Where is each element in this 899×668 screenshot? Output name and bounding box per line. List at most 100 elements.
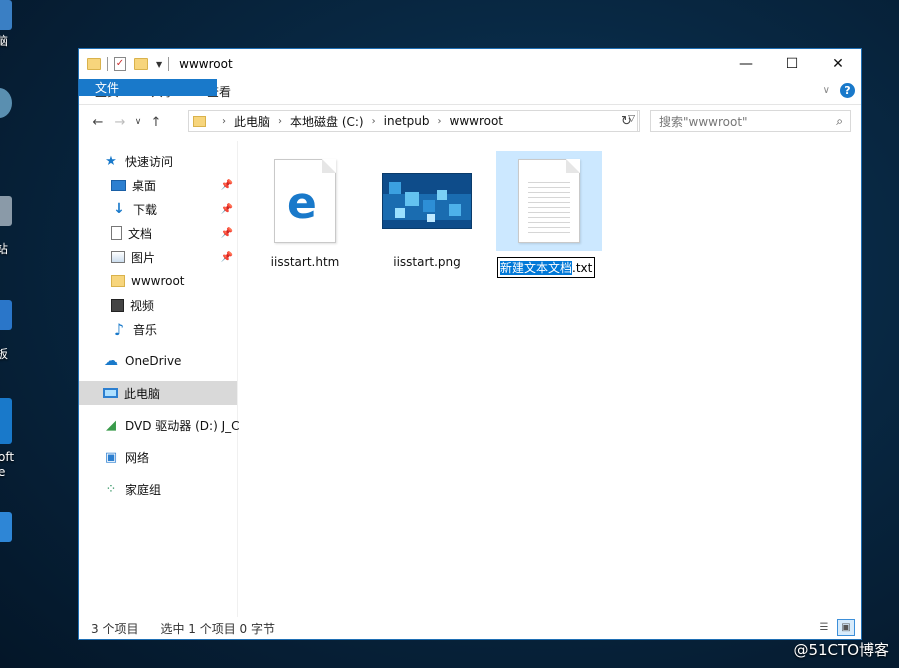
sidebar-item-homegroup[interactable]: ⁘ 家庭组 [79,477,237,501]
text-file-icon [518,159,580,243]
search-icon[interactable]: ⌕ [836,114,843,129]
desktop-icon-partial[interactable] [0,88,12,118]
file-thumbnail [496,151,602,251]
breadcrumb-inetpub[interactable]: inetpub [384,114,430,128]
desktop-icon-partial[interactable] [0,398,12,444]
desktop-icon-partial[interactable] [0,0,12,30]
sidebar-item-label: DVD 驱动器 (D:) J_C [125,418,240,433]
watermark: @51CTO博客 [793,641,889,659]
properties-icon[interactable]: ✓ [114,57,126,71]
sidebar-item-documents[interactable]: 文档 📌 [79,221,237,245]
folder-icon [87,58,101,70]
pin-icon: 📌 [220,203,233,215]
file-item-selected[interactable]: 新建文本文档.txt [496,151,602,278]
cloud-icon: ☁ [104,353,118,369]
sidebar-item-label: OneDrive [125,354,182,368]
ribbon-controls: ∨ ? [823,83,855,98]
sidebar-item-label: 图片 [131,250,156,265]
close-button[interactable]: ✕ [815,49,861,79]
file-thumbnail: e [252,151,358,251]
chevron-right-icon[interactable]: › [222,116,226,127]
folder-icon [193,115,206,127]
sidebar-item-network[interactable]: ▣ 网络 [79,445,237,469]
large-icons-view-icon[interactable]: ▣ [837,619,855,636]
window-title: wwwroot [179,57,233,71]
explorer-body: ★ 快速访问 桌面 📌 ↓ 下载 📌 文档 📌 图片 📌 wwwroot 视频 … [79,141,861,617]
back-button[interactable]: ← [87,115,109,130]
sidebar-item-pictures[interactable]: 图片 📌 [79,245,237,269]
refresh-button[interactable]: ↻ [616,110,638,132]
sidebar-item-label: 此电脑 [124,386,161,401]
sidebar-item-label: 快速访问 [125,154,174,169]
ribbon: 文件 主页 共享 查看 ∨ ? [79,79,861,105]
desktop-icon-partial[interactable] [0,512,12,542]
sidebar-item-videos[interactable]: 视频 [79,293,237,317]
recent-locations-button[interactable]: ∨ [131,117,145,127]
customize-toolbar-icon[interactable]: ▼ [156,60,162,69]
navigation-bar: ← → ∨ ↑ › 此电脑 › 本地磁盘 (C:) › inetpub › ww… [79,105,861,139]
desktop-icon-partial[interactable] [0,300,12,330]
sidebar-item-label: 网络 [125,450,150,465]
rename-selected-text: 新建文本文档 [500,261,573,275]
item-count: 3 个项目 [91,621,139,636]
separator [168,57,170,71]
edge-html-icon: e [274,159,336,243]
desktop-icon-partial[interactable] [0,196,12,226]
sidebar-item-label: 文档 [128,226,153,241]
sidebar-item-music[interactable]: ♪ 音乐 [79,317,237,341]
sidebar-item-wwwroot[interactable]: wwwroot [79,269,237,293]
file-name: iisstart.png [393,255,461,269]
sidebar-item-label: wwwroot [131,274,185,288]
quick-access-toolbar: ✓ ▼ [79,49,175,79]
details-view-icon[interactable]: ☰ [815,619,833,636]
file-item[interactable]: e iisstart.htm [252,151,358,269]
chevron-right-icon[interactable]: › [278,116,282,127]
help-icon[interactable]: ? [840,83,855,98]
tab-file[interactable]: 文件 [79,79,217,96]
explorer-window: ✓ ▼ wwwroot — ☐ ✕ 文件 主页 共享 查看 ∨ ? ← → ∨ … [78,48,862,640]
desktop-label-partial: 脑 [0,34,9,48]
selection-info: 选中 1 个项目 0 字节 [160,621,275,636]
sidebar-item-this-pc[interactable]: 此电脑 [79,381,237,405]
video-icon [111,298,124,312]
sidebar-item-downloads[interactable]: ↓ 下载 📌 [79,197,237,221]
address-bar[interactable]: › 此电脑 › 本地磁盘 (C:) › inetpub › wwwroot ▽ [188,110,640,132]
breadcrumb-this-pc[interactable]: 此电脑 [234,113,270,130]
breadcrumb-wwwroot[interactable]: wwwroot [450,114,504,128]
expand-ribbon-icon[interactable]: ∨ [823,85,830,96]
desktop-label-partial: e [0,465,6,479]
sidebar-item-dvd-drive[interactable]: ◢ DVD 驱动器 (D:) J_C [79,413,240,437]
computer-icon [103,388,118,398]
desktop-label-partial: 板 [0,347,9,361]
up-button[interactable]: ↑ [145,115,167,130]
chevron-right-icon[interactable]: › [438,116,442,127]
desktop-label-partial: oft [0,450,15,464]
sidebar-item-label: 桌面 [132,178,157,193]
sidebar-item-quick-access[interactable]: ★ 快速访问 [79,149,237,173]
new-folder-icon[interactable] [134,58,148,70]
pin-icon: 📌 [220,179,233,191]
search-input[interactable]: 搜索"wwwroot" ⌕ [650,110,851,132]
file-list[interactable]: e iisstart.htm iisstart.png 新建文本文档.txt [238,141,861,617]
sidebar-item-onedrive[interactable]: ☁ OneDrive [79,349,237,373]
status-bar: 3 个项目 选中 1 个项目 0 字节 ☰ ▣ [79,617,861,639]
desktop-icon [111,179,126,191]
minimize-button[interactable]: — [723,49,769,79]
network-icon: ▣ [104,449,118,465]
sidebar-item-desktop[interactable]: 桌面 📌 [79,173,237,197]
rename-input[interactable]: 新建文本文档.txt [497,257,596,278]
file-item[interactable]: iisstart.png [374,151,480,269]
forward-button[interactable]: → [109,115,131,130]
maximize-button[interactable]: ☐ [769,49,815,79]
title-bar[interactable]: ✓ ▼ wwwroot — ☐ ✕ [79,49,861,79]
sidebar-item-label: 音乐 [133,322,158,337]
breadcrumb-local-disk[interactable]: 本地磁盘 (C:) [290,113,364,130]
chevron-right-icon[interactable]: › [372,116,376,127]
homegroup-icon: ⁘ [105,481,117,497]
navigation-pane: ★ 快速访问 桌面 📌 ↓ 下载 📌 文档 📌 图片 📌 wwwroot 视频 … [79,141,240,617]
music-icon: ♪ [113,319,125,339]
